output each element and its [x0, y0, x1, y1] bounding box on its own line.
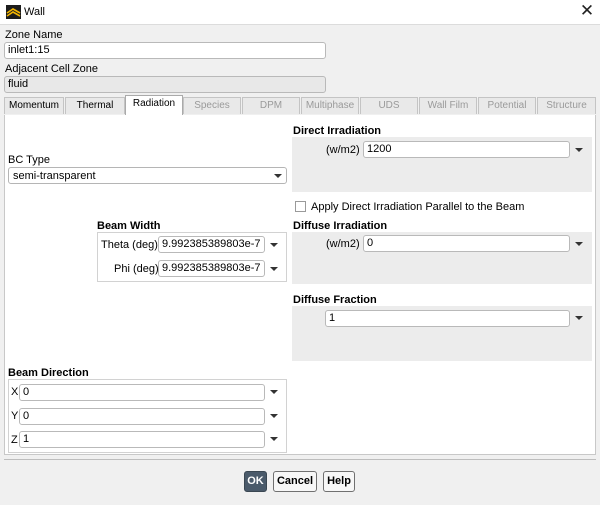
bc-type-select[interactable]: semi-transparent: [8, 167, 287, 184]
phi-input[interactable]: 9.992385389803e-7: [158, 260, 265, 277]
direct-irradiation-chevron-down-icon[interactable]: [575, 148, 583, 152]
footer-separator: [4, 459, 596, 460]
diffuse-fraction-input[interactable]: 1: [325, 310, 570, 327]
x-input[interactable]: 0: [19, 384, 265, 401]
ok-button[interactable]: OK: [244, 471, 267, 492]
tab-thermal[interactable]: Thermal: [65, 97, 125, 114]
tab-dpm: DPM: [242, 97, 300, 114]
bc-type-value: semi-transparent: [13, 170, 96, 182]
diffuse-irradiation-unit: (w/m2): [326, 238, 360, 250]
direct-irradiation-unit: (w/m2): [326, 144, 360, 156]
zone-name-input[interactable]: inlet1:15: [4, 42, 326, 59]
close-icon[interactable]: ✕: [578, 2, 596, 20]
z-chevron-down-icon[interactable]: [270, 437, 278, 441]
apply-parallel-label: Apply Direct Irradiation Parallel to the…: [311, 201, 525, 213]
diffuse-irradiation-chevron-down-icon[interactable]: [575, 242, 583, 246]
tab-species: Species: [183, 97, 241, 114]
theta-label: Theta (deg): [101, 239, 158, 251]
tab-potential: Potential: [478, 97, 536, 114]
apply-parallel-checkbox[interactable]: [295, 201, 306, 212]
window-title: Wall: [24, 6, 45, 18]
z-input[interactable]: 1: [19, 431, 265, 448]
chevron-down-icon: [274, 174, 282, 178]
diffuse-irradiation-input[interactable]: 0: [363, 235, 570, 252]
direct-irradiation-label: Direct Irradiation: [293, 125, 382, 137]
tab-multiphase: Multiphase: [301, 97, 359, 114]
beam-width-label: Beam Width: [97, 220, 161, 232]
tab-radiation[interactable]: Radiation: [125, 95, 183, 115]
diffuse-fraction-label: Diffuse Fraction: [293, 294, 377, 306]
adjacent-cell-zone-label: Adjacent Cell Zone: [5, 63, 98, 75]
z-label: Z: [11, 434, 18, 446]
tab-momentum[interactable]: Momentum: [4, 97, 64, 114]
title-bar: Wall ✕: [0, 0, 600, 25]
app-logo-icon: [6, 5, 21, 19]
y-input[interactable]: 0: [19, 408, 265, 425]
phi-chevron-down-icon[interactable]: [270, 267, 278, 271]
phi-label: Phi (deg): [114, 263, 159, 275]
help-button[interactable]: Help: [323, 471, 355, 492]
tab-wall-film: Wall Film: [419, 97, 477, 114]
tab-structure: Structure: [537, 97, 596, 114]
theta-chevron-down-icon[interactable]: [270, 243, 278, 247]
x-label: X: [11, 386, 19, 398]
bc-type-label: BC Type: [8, 154, 50, 166]
beam-direction-label: Beam Direction: [8, 367, 89, 379]
theta-input[interactable]: 9.992385389803e-7: [158, 236, 265, 253]
direct-irradiation-input[interactable]: 1200: [363, 141, 570, 158]
diffuse-irradiation-label: Diffuse Irradiation: [293, 220, 388, 232]
diffuse-fraction-chevron-down-icon[interactable]: [575, 316, 583, 320]
cancel-button[interactable]: Cancel: [273, 471, 317, 492]
y-chevron-down-icon[interactable]: [270, 414, 278, 418]
zone-name-label: Zone Name: [5, 29, 63, 41]
x-chevron-down-icon[interactable]: [270, 390, 278, 394]
tab-uds: UDS: [360, 97, 418, 114]
tab-bar: Momentum Thermal Radiation Species DPM M…: [4, 95, 596, 116]
adjacent-cell-zone-field: fluid: [4, 76, 326, 93]
y-label: Y: [11, 410, 19, 422]
